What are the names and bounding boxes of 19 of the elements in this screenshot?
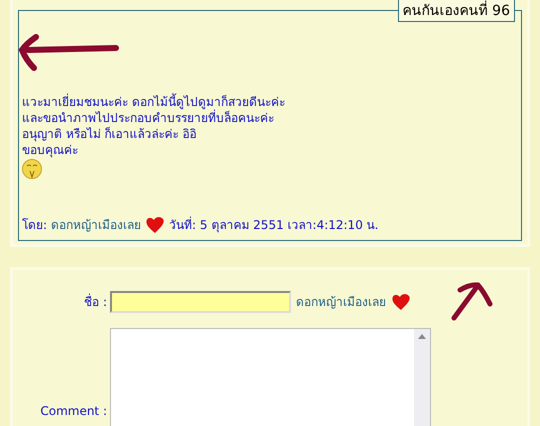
heart-icon: [145, 216, 166, 234]
message-line: ขอบคุณค่ะ: [22, 142, 79, 158]
heart-icon: [391, 293, 411, 311]
author-label: โดย:: [22, 217, 48, 234]
name-label: ชื่อ :: [83, 293, 107, 311]
author-name: ดอกหญ้าเมืองเลย: [51, 217, 142, 234]
scrollbar[interactable]: [414, 329, 430, 426]
message-line: แวะมาเยี่ยมชมนะค่ะ ดอกไม้นี้ดูไปดูมาก็สวยดีนะค่ะ: [22, 94, 286, 110]
comment-field[interactable]: [110, 328, 431, 426]
emoji-icon: [22, 159, 42, 179]
scroll-up-icon[interactable]: [418, 334, 426, 339]
message-line: อนุญาติ หรือไม่ ก็เอาแล้วล่ะค่ะ อิอิ: [22, 126, 198, 142]
post-number: คนกันเองคนที่ 96: [398, 0, 515, 22]
name-field[interactable]: [110, 291, 291, 313]
arrow-drawing: [450, 282, 494, 322]
comment-label: Comment :: [39, 403, 107, 420]
post-date: วันที่: 5 ตุลาคม 2551 เวลา:4:12:10 น.: [169, 216, 378, 234]
name-hint: ดอกหญ้าเมืองเลย: [296, 294, 386, 311]
message-line: และขอนำภาพไปประกอบคำบรรยายที่บล็อคนะค่ะ: [22, 110, 275, 126]
